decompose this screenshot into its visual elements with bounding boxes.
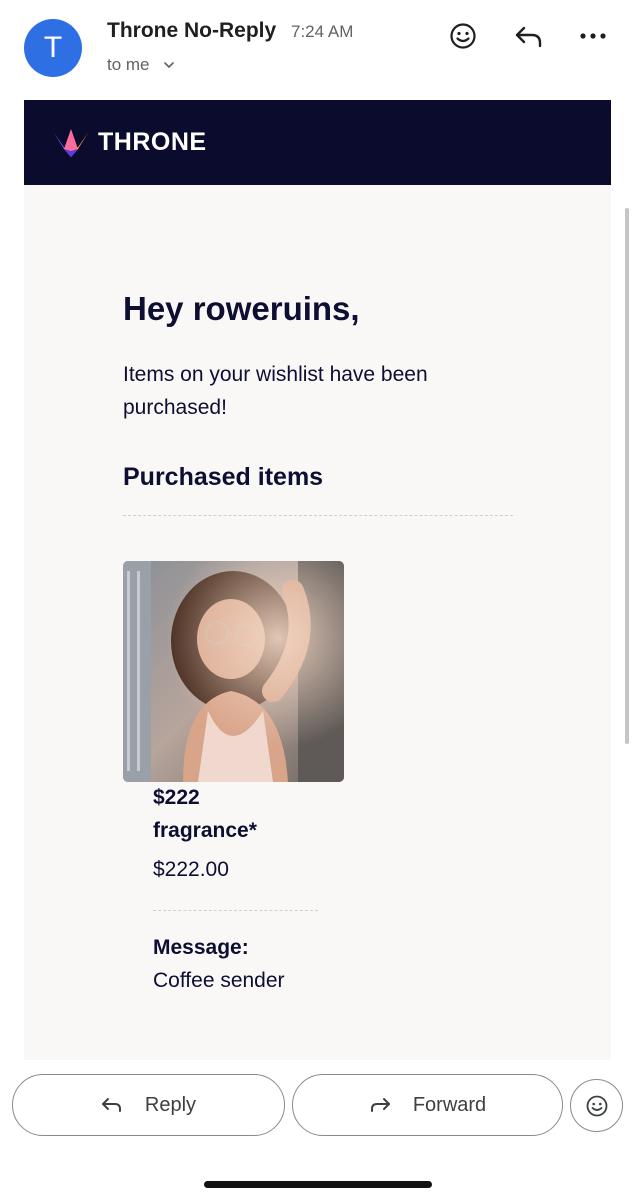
recipient-label: to me — [107, 55, 150, 74]
forward-arrow-icon — [370, 1098, 390, 1112]
purchased-items-heading: Purchased items — [123, 463, 324, 491]
more-options-button[interactable] — [575, 18, 611, 54]
brand-header: THRONE — [24, 100, 611, 185]
reply-arrow-icon — [515, 26, 542, 48]
sender-initial: T — [43, 31, 63, 64]
reply-arrow-icon — [101, 1098, 121, 1112]
greeting-heading: Hey roweruins, — [123, 290, 360, 327]
item-price: $222.00 — [153, 858, 229, 881]
chevron-down-icon — [163, 62, 174, 68]
throne-crown-logo — [54, 128, 88, 157]
home-indicator[interactable] — [204, 1181, 432, 1188]
reply-button[interactable] — [511, 18, 547, 54]
react-emoji-button[interactable] — [445, 18, 481, 54]
emoji-react-button[interactable] — [570, 1079, 623, 1132]
message-label: Message: — [153, 936, 249, 959]
sent-time: 7:24 AM — [291, 22, 354, 41]
forward-pill-button[interactable]: Forward — [292, 1074, 563, 1136]
email-body: THRONE Hey roweruins, Items on your wish… — [24, 100, 611, 1060]
item-photo-graphic — [123, 561, 344, 782]
item-price-title[interactable]: $222 — [153, 786, 200, 810]
item-photo[interactable] — [123, 561, 344, 782]
recipient-toggle[interactable]: to me — [107, 55, 176, 75]
section-divider — [123, 515, 513, 516]
reply-label: Reply — [144, 1093, 197, 1116]
brand-name: THRONE — [98, 128, 207, 156]
smiley-icon — [586, 1095, 607, 1116]
reply-pill-button[interactable]: Reply — [12, 1074, 285, 1136]
item-divider — [153, 910, 318, 911]
forward-label: Forward — [412, 1093, 487, 1116]
item-name[interactable]: fragrance* — [153, 819, 257, 843]
sender-name[interactable]: Throne No-Reply — [107, 19, 276, 43]
message-text: Coffee sender — [153, 969, 285, 992]
smiley-icon — [450, 23, 476, 49]
more-dots-icon — [580, 33, 606, 39]
scrollbar[interactable] — [625, 208, 629, 744]
intro-text: Items on your wishlist have been purchas… — [123, 363, 428, 419]
sender-avatar[interactable]: T — [24, 19, 82, 77]
